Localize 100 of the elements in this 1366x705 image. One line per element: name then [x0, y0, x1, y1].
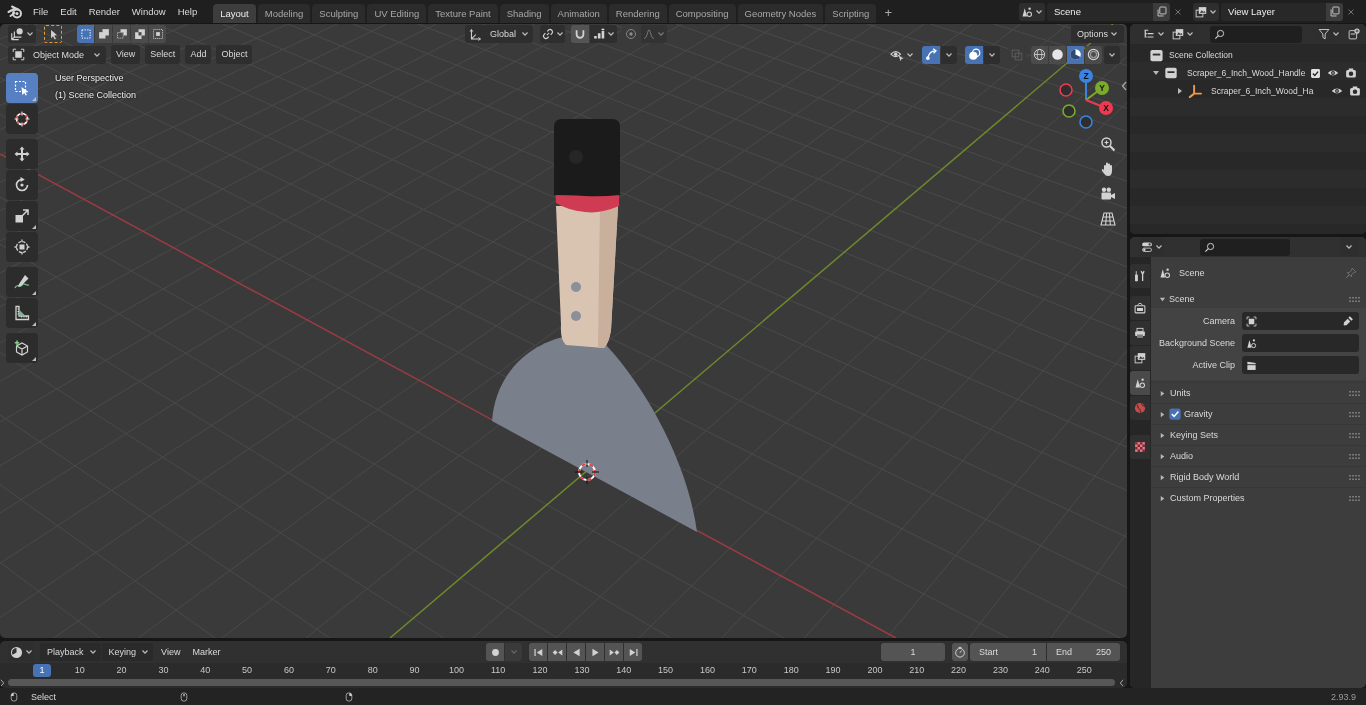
triangle-right-icon[interactable] — [1159, 410, 1166, 418]
tool-button[interactable] — [6, 104, 38, 134]
workspace-tab[interactable]: Layout — [213, 4, 256, 23]
auto-keying-toggle[interactable] — [486, 643, 504, 661]
shading-mode-button[interactable] — [1049, 45, 1066, 64]
outliner-item[interactable]: Scraper_6_Inch_Wood_Ha — [1211, 86, 1314, 96]
grip-icon[interactable] — [1349, 390, 1360, 396]
menu-item[interactable]: Render — [82, 2, 126, 21]
camera-icon[interactable] — [1349, 85, 1362, 97]
panel-header[interactable]: Gravity — [1184, 409, 1213, 419]
new-collection-button[interactable] — [1346, 25, 1362, 43]
tool-button[interactable] — [6, 298, 38, 328]
menu-button[interactable]: Select — [145, 45, 181, 64]
chevron-left-icon[interactable] — [1119, 678, 1124, 687]
shading-mode-button[interactable] — [1031, 45, 1048, 64]
close-icon[interactable] — [1172, 6, 1183, 17]
preview-range-button[interactable] — [952, 643, 968, 661]
workspace-tab[interactable]: Geometry Nodes — [737, 4, 824, 23]
menu-button[interactable]: Object — [216, 45, 253, 64]
grip-icon[interactable] — [1349, 432, 1360, 438]
triangle-right-icon[interactable] — [1159, 389, 1166, 397]
negative-axis-handle[interactable] — [1059, 83, 1073, 97]
workspace-tab[interactable]: Compositing — [668, 4, 736, 23]
menu-item[interactable]: Window — [125, 2, 172, 21]
axis-handle[interactable]: Z — [1079, 69, 1093, 101]
triangle-right-icon[interactable] — [1159, 494, 1166, 502]
grip-icon[interactable] — [1349, 453, 1360, 459]
checkbox-icon[interactable] — [1169, 408, 1181, 420]
triangle-right-icon[interactable] — [1159, 473, 1166, 481]
tool-button[interactable] — [6, 139, 38, 169]
playback-button[interactable] — [567, 643, 585, 661]
playback-button[interactable] — [605, 643, 623, 661]
panel-header[interactable]: Units — [1170, 388, 1191, 398]
negative-axis-handle[interactable] — [1062, 104, 1076, 118]
playback-button[interactable] — [624, 643, 642, 661]
axis-handle[interactable]: Y — [1085, 81, 1109, 101]
grip-icon[interactable] — [1349, 296, 1360, 302]
view-layer-browse-button[interactable] — [1193, 2, 1219, 21]
camera-icon[interactable] — [1100, 185, 1116, 202]
snap-toggle[interactable] — [571, 25, 589, 43]
datablock-field[interactable] — [1242, 334, 1359, 352]
datablock-field[interactable] — [1242, 312, 1359, 330]
camera-icon[interactable] — [1345, 67, 1357, 79]
properties-tab[interactable] — [1130, 296, 1150, 320]
start-frame-field[interactable]: Start 1 — [970, 643, 1046, 661]
scene-name-field[interactable]: Scene — [1047, 2, 1153, 21]
triangle-down-icon[interactable] — [1152, 69, 1160, 77]
select-mode-button[interactable] — [113, 25, 130, 43]
triangle-right-icon[interactable] — [1159, 431, 1166, 439]
end-frame-field[interactable]: End 250 — [1047, 643, 1120, 661]
search-field[interactable] — [1200, 238, 1290, 256]
playback-button[interactable] — [586, 643, 604, 661]
menu-item[interactable]: Help — [171, 2, 204, 21]
select-mode-button[interactable] — [131, 25, 148, 43]
negative-axis-handle[interactable] — [1079, 115, 1093, 129]
properties-tab[interactable] — [1130, 321, 1150, 345]
mode-dropdown[interactable]: Object Mode — [8, 45, 106, 64]
outliner-item[interactable]: Scene Collection — [1169, 50, 1233, 60]
chevron-right-icon[interactable] — [0, 678, 5, 687]
current-frame-field[interactable]: 1 — [881, 643, 945, 661]
playback-button[interactable] — [529, 643, 547, 661]
tool-button[interactable] — [6, 267, 38, 297]
menu-item[interactable]: View — [155, 643, 187, 661]
properties-tab[interactable] — [1130, 264, 1150, 288]
playhead-frame[interactable]: 1 — [33, 664, 51, 677]
select-mode-button[interactable] — [77, 25, 94, 43]
zoom-in-icon[interactable] — [1100, 135, 1116, 152]
snap-target-dropdown[interactable] — [590, 25, 617, 43]
grip-icon[interactable] — [1349, 495, 1360, 501]
overlays-toggle[interactable] — [965, 45, 983, 64]
panel-header[interactable]: Scene — [1169, 294, 1195, 304]
workspace-tab[interactable]: Shading — [499, 4, 549, 23]
workspace-tab[interactable]: UV Editing — [367, 4, 427, 23]
editor-type-button[interactable] — [8, 25, 36, 43]
shading-mode-button[interactable] — [1067, 45, 1084, 64]
triangle-right-icon[interactable] — [1176, 87, 1184, 95]
eyedropper-icon[interactable] — [1342, 315, 1354, 327]
gizmo-toggle[interactable] — [922, 45, 940, 64]
orientation-dropdown[interactable]: Global — [465, 25, 533, 43]
scraper-drawing[interactable] — [492, 119, 697, 532]
search-field[interactable] — [1210, 25, 1302, 43]
grid-icon[interactable] — [1100, 210, 1116, 227]
menu-dropdown[interactable]: Keying — [101, 643, 154, 661]
3d-viewport[interactable]: Global Options Object Mode View Select Add Object User Perspective (1) Scene Collection Z Y X — [0, 24, 1127, 638]
menu-item[interactable]: File — [27, 2, 55, 21]
view-layer-name-field[interactable]: View Layer — [1221, 2, 1326, 21]
tool-button[interactable] — [6, 201, 38, 231]
chevron-left-icon[interactable] — [1120, 81, 1127, 91]
shading-mode-button[interactable] — [1085, 45, 1102, 64]
panel-header[interactable]: Custom Properties — [1170, 493, 1245, 503]
select-mode-button[interactable] — [95, 25, 112, 43]
menu-item[interactable]: Edit — [54, 2, 83, 21]
options-dropdown[interactable]: Options — [1071, 25, 1124, 43]
tool-button[interactable] — [6, 333, 38, 363]
properties-tab[interactable] — [1130, 435, 1150, 459]
menu-button[interactable]: View — [111, 45, 141, 64]
falloff-dropdown[interactable] — [641, 25, 667, 43]
panel-header[interactable]: Audio — [1170, 451, 1194, 461]
add-workspace-button[interactable]: + — [881, 4, 896, 23]
close-icon[interactable] — [1345, 6, 1356, 17]
